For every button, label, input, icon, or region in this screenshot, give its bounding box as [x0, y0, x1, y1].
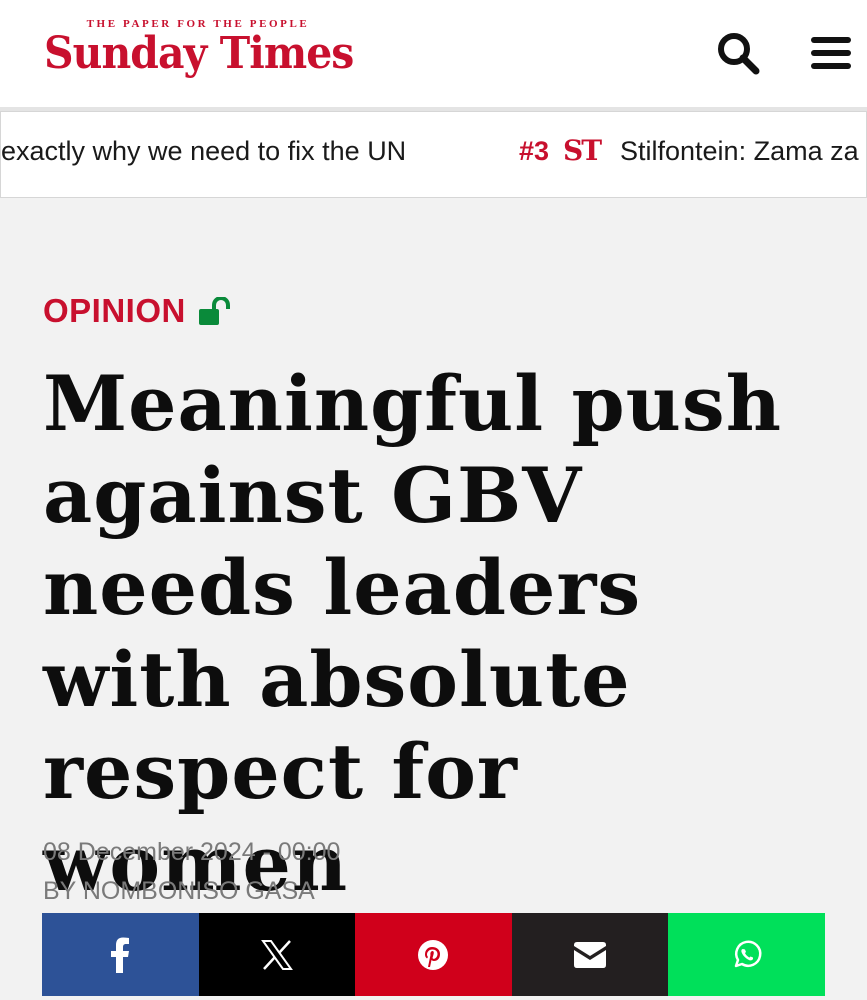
sunday-times-logo[interactable]: Sunday Times	[44, 28, 354, 79]
share-whatsapp-button[interactable]	[668, 913, 825, 996]
search-icon	[718, 33, 760, 75]
article-byline: BY NOMBONISO GASA	[43, 877, 315, 905]
share-bar	[42, 913, 825, 996]
x-icon	[260, 939, 293, 970]
category-label[interactable]: OPINION	[43, 292, 186, 330]
article-category: OPINION	[43, 292, 232, 330]
share-email-button[interactable]	[511, 913, 669, 996]
share-pinterest-button[interactable]	[355, 913, 512, 996]
article-date: 08 December 2024 - 00:00	[43, 838, 341, 866]
whatsapp-icon	[734, 940, 762, 967]
share-facebook-button[interactable]	[42, 913, 199, 996]
hamburger-menu-icon	[811, 37, 851, 69]
search-button[interactable]	[715, 30, 761, 76]
email-icon	[574, 941, 607, 968]
facebook-icon	[111, 937, 130, 973]
ticker-item[interactable]: Stilfontein: Zama za	[620, 136, 859, 167]
unlocked-padlock-icon	[198, 297, 230, 325]
site-header: THE PAPER FOR THE PEOPLE Sunday Times	[0, 0, 867, 107]
article-headline: Meaningful push against GBV needs leader…	[43, 359, 782, 908]
share-x-button[interactable]	[198, 913, 356, 996]
menu-button[interactable]	[808, 30, 854, 76]
pinterest-icon	[418, 939, 449, 970]
st-logo-icon: ST	[563, 134, 602, 167]
ticker-item[interactable]: exactly why we need to fix the UN	[1, 136, 406, 167]
ticker-item-number: #3	[519, 136, 550, 166]
news-ticker[interactable]: exactly why we need to fix the UN #3 ST …	[0, 111, 867, 198]
